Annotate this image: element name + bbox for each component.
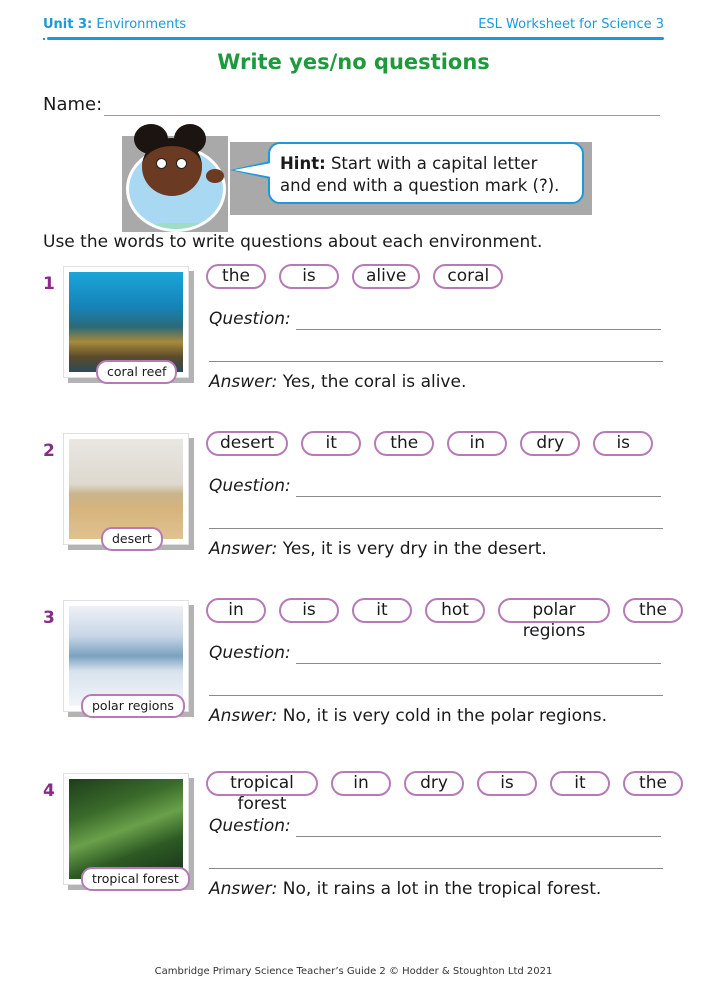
answer-label: Answer: [209,706,278,726]
answer-label: Answer: [209,879,278,899]
unit-label: Unit 3: [43,17,93,32]
answer-text: No, it is very cold in the polar regions… [282,706,608,726]
hint-box: Hint: Start with a capital letter and en… [122,124,592,232]
word-pill[interactable]: in [206,598,266,623]
exercise-number: 1 [43,274,55,294]
question-input-line-2[interactable] [209,868,663,869]
unit-name: Environments [96,17,187,32]
answer-row: Answer: Yes, it is very dry in the deser… [209,539,547,559]
question-input-line-1[interactable] [296,836,661,837]
photo-label: tropical forest [81,867,190,891]
question-label: Question: [209,476,291,496]
word-pill[interactable]: is [279,264,339,289]
exercise-4: 4 tropical forest tropical forest in dry is… [43,771,683,921]
speech-bubble-tail-inner [234,163,271,177]
question-label: Question: [209,816,291,836]
word-pill[interactable]: desert [206,431,289,456]
word-pill[interactable]: it [301,431,362,456]
exercise-number: 4 [43,781,55,801]
exercise-number: 2 [43,441,55,461]
word-pill[interactable]: polar regions [498,598,610,641]
answer-row: Answer: No, it rains a lot in the tropic… [209,879,601,899]
avatar-waving-hand [206,169,224,183]
word-pills: the is alive coral [206,264,504,292]
word-pill[interactable]: it [352,598,412,623]
photo-label: polar regions [81,694,185,718]
word-pills: tropical forest in dry is it the [206,771,683,814]
tropical-forest-photo-icon [69,779,183,879]
photo-label: coral reef [96,360,178,384]
word-pill[interactable]: dry [404,771,464,796]
question-label: Question: [209,643,291,663]
word-pill[interactable]: the [374,431,435,456]
coral-reef-photo-icon [69,272,183,372]
photo-label: desert [101,527,163,551]
word-pill[interactable]: is [477,771,537,796]
exercise-3: 3 polar regions in is it hot polar regions th… [43,598,683,748]
word-pill[interactable]: the [623,771,683,796]
answer-label: Answer: [209,539,278,559]
footer-copyright: Cambridge Primary Science Teacher’s Guid… [154,966,553,977]
page-title: Write yes/no questions [217,50,490,74]
avatar-head [142,138,202,196]
answer-label: Answer: [209,372,278,392]
header-rule [47,37,664,40]
avatar-eye-left [156,158,167,169]
answer-row: Answer: Yes, the coral is alive. [209,372,466,392]
question-input-line-1[interactable] [296,663,661,664]
header-rule-dot [43,38,45,40]
answer-row: Answer: No, it is very cold in the polar… [209,706,607,726]
unit-title: Unit 3: Environments [43,17,186,32]
word-pill[interactable]: tropical forest [206,771,318,814]
question-label: Question: [209,309,291,329]
name-label: Name: [43,94,103,115]
word-pill[interactable]: in [447,431,508,456]
series-title: ESL Worksheet for Science 3 [478,17,664,32]
exercise-2: 2 desert desert it the in dry is Question: An… [43,431,683,581]
question-input-line-2[interactable] [209,528,663,529]
question-input-line-1[interactable] [296,496,661,497]
answer-text: Yes, the coral is alive. [282,372,467,392]
word-pill[interactable]: is [279,598,339,623]
question-input-line-2[interactable] [209,695,663,696]
name-input-line[interactable] [104,115,660,116]
word-pill[interactable]: the [206,264,266,289]
word-pill[interactable]: in [331,771,391,796]
word-pills: desert it the in dry is [206,431,654,459]
exercise-number: 3 [43,608,55,628]
word-pill[interactable]: dry [520,431,581,456]
exercise-1: 1 coral reef the is alive coral Question: A… [43,264,683,414]
word-pill[interactable]: coral [433,264,504,289]
word-pill[interactable]: it [550,771,610,796]
speech-bubble: Hint: Start with a capital letter and en… [268,142,584,204]
polar-regions-photo-icon [69,606,183,706]
instruction-text: Use the words to write questions about e… [43,232,543,252]
word-pill[interactable]: the [623,598,683,623]
word-pill[interactable]: hot [425,598,485,623]
answer-text: No, it rains a lot in the tropical fores… [282,879,602,899]
word-pills: in is it hot polar regions the [206,598,683,641]
avatar-eye-right [176,158,187,169]
desert-photo-icon [69,439,183,539]
hint-label: Hint: [280,154,326,173]
question-input-line-2[interactable] [209,361,663,362]
word-pill[interactable]: is [593,431,654,456]
word-pill[interactable]: alive [352,264,421,289]
answer-text: Yes, it is very dry in the desert. [282,539,547,559]
page-header: Unit 3: Environments ESL Worksheet for S… [43,14,664,40]
question-input-line-1[interactable] [296,329,661,330]
